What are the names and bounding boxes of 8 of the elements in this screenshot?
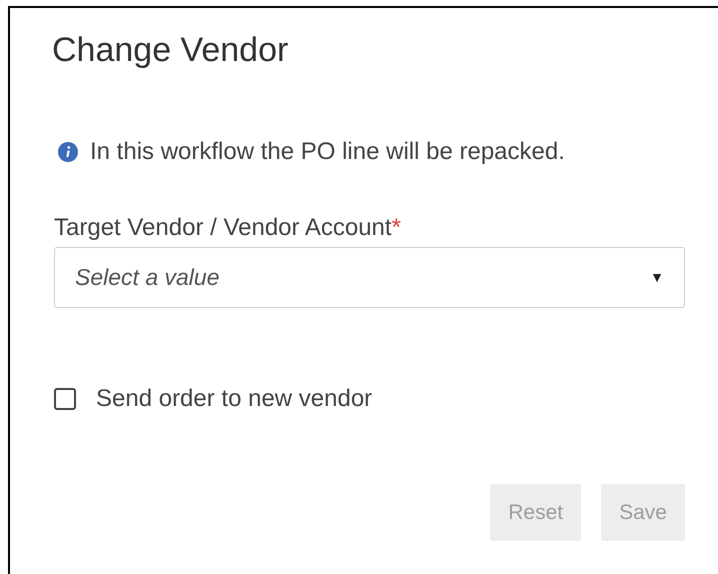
vendor-select[interactable]: Select a value ▼ (54, 247, 685, 308)
info-message: In this workflow the PO line will be repacked. (90, 138, 565, 166)
dialog-title: Change Vendor (52, 30, 290, 70)
info-icon (58, 142, 78, 162)
field-label: Target Vendor / Vendor Account (54, 214, 392, 241)
required-mark: * (392, 214, 401, 241)
checkbox[interactable] (54, 388, 76, 410)
checkbox-label: Send order to new vendor (96, 385, 372, 413)
